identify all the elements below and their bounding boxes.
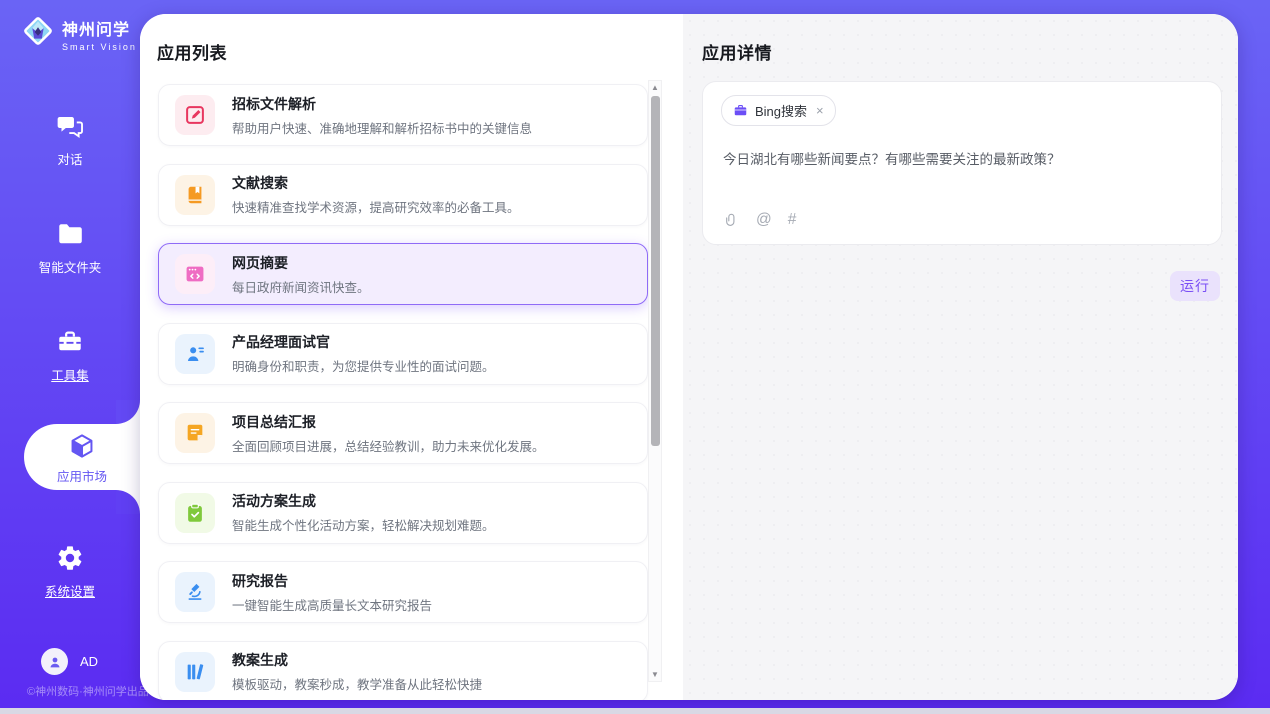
toolbox-icon [56, 328, 84, 356]
brand-logo: 神州问学 Smart Vision [20, 13, 137, 54]
sidebar-item-chat[interactable]: 对话 [0, 112, 140, 168]
book-icon [175, 175, 215, 215]
brand-subtitle: Smart Vision [62, 42, 137, 52]
app-card-pm-interviewer[interactable]: 产品经理面试官 明确身份和职责，为您提供专业性的面试问题。 [158, 323, 648, 385]
sidebar-item-label: 工具集 [0, 365, 140, 384]
hashtag-icon[interactable]: # [788, 211, 797, 229]
app-list-title: 应用列表 [157, 39, 227, 64]
app-card-lesson-plan[interactable]: 教案生成 模板驱动，教案秒成，教学准备从此轻松快捷 [158, 641, 648, 701]
run-button[interactable]: 运行 [1170, 271, 1220, 301]
close-icon[interactable]: × [816, 103, 824, 118]
copyright-footer: ©神州数码·神州问学出品 [27, 683, 149, 699]
main-panel: 应用列表 招标文件解析 帮助用户快速、准确地理解和解析招标书中的关键信息 [140, 14, 1238, 700]
sidebar-item-smart-folder[interactable]: 智能文件夹 [0, 220, 140, 276]
app-name: 活动方案生成 [232, 491, 495, 511]
scrollbar-thumb[interactable] [651, 96, 660, 446]
app-card-bid-document-analysis[interactable]: 招标文件解析 帮助用户快速、准确地理解和解析招标书中的关键信息 [158, 84, 648, 146]
app-detail-title: 应用详情 [702, 39, 772, 64]
app-card-project-summary[interactable]: 项目总结汇报 全面回顾项目进展，总结经验教训，助力未来优化发展。 [158, 402, 648, 464]
app-card-webpage-summary[interactable]: 网页摘要 每日政府新闻资讯快查。 [158, 243, 648, 305]
tool-chip-bing-search[interactable]: Bing搜索 × [721, 95, 836, 126]
books-icon [175, 652, 215, 692]
app-name: 产品经理面试官 [232, 332, 495, 352]
app-card-research-report[interactable]: 研究报告 一键智能生成高质量长文本研究报告 [158, 561, 648, 623]
sidebar-item-app-market[interactable]: 应用市场 [24, 424, 140, 490]
microscope-icon [175, 572, 215, 612]
app-detail-panel: 应用详情 Bing搜索 × 今日湖北有哪些新闻要点？有哪些需要关注的最新政策？ … [683, 14, 1238, 700]
app-description: 明确身份和职责，为您提供专业性的面试问题。 [232, 356, 495, 375]
app-description: 智能生成个性化活动方案，轻松解决规划难题。 [232, 515, 495, 534]
active-tab-bottom-curve [116, 490, 140, 514]
paperclip-icon[interactable] [723, 212, 740, 229]
clipboard-check-icon [175, 493, 215, 533]
scroll-up-arrow-icon[interactable]: ▲ [649, 83, 661, 92]
diamond-logo-icon [20, 13, 56, 54]
sidebar-item-label: 应用市场 [24, 466, 140, 485]
user-initials: AD [80, 654, 98, 669]
tool-chip-label: Bing搜索 [755, 101, 807, 120]
app-description: 每日政府新闻资讯快查。 [232, 277, 370, 296]
app-description: 快速精准查找学术资源，提高研究效率的必备工具。 [232, 197, 520, 216]
prompt-input-card: Bing搜索 × 今日湖北有哪些新闻要点？有哪些需要关注的最新政策？ @ # [702, 81, 1222, 245]
brand-name: 神州问学 [62, 22, 130, 39]
app-list-panel: 应用列表 招标文件解析 帮助用户快速、准确地理解和解析招标书中的关键信息 [140, 14, 683, 700]
sidebar-item-label: 对话 [0, 149, 140, 168]
prompt-toolbar: @ # [723, 211, 796, 229]
document-edit-icon [175, 95, 215, 135]
app-name: 招标文件解析 [232, 94, 532, 114]
app-name: 项目总结汇报 [232, 412, 545, 432]
app-name: 研究报告 [232, 571, 432, 591]
webpage-icon [175, 254, 215, 294]
sidebar-item-label: 智能文件夹 [0, 257, 140, 276]
app-list-scrollbar[interactable]: ▲ ▼ [648, 80, 662, 682]
app-card-literature-search[interactable]: 文献搜索 快速精准查找学术资源，提高研究效率的必备工具。 [158, 164, 648, 226]
cube-icon [68, 432, 96, 460]
app-card-activity-plan[interactable]: 活动方案生成 智能生成个性化活动方案，轻松解决规划难题。 [158, 482, 648, 544]
sidebar-item-label: 系统设置 [0, 581, 140, 600]
app-window: 神州问学 Smart Vision 对话 智能文件夹 工具集 [0, 0, 1270, 714]
sidebar: 神州问学 Smart Vision 对话 智能文件夹 工具集 [0, 0, 140, 708]
prompt-question-text[interactable]: 今日湖北有哪些新闻要点？有哪些需要关注的最新政策？ [723, 150, 1203, 170]
app-description: 模板驱动，教案秒成，教学准备从此轻松快捷 [232, 674, 482, 693]
app-description: 全面回顾项目进展，总结经验教训，助力未来优化发展。 [232, 436, 545, 455]
app-description: 一键智能生成高质量长文本研究报告 [232, 595, 432, 614]
sidebar-item-settings[interactable]: 系统设置 [0, 544, 140, 600]
app-name: 文献搜索 [232, 173, 520, 193]
app-name: 网页摘要 [232, 253, 370, 273]
scroll-down-arrow-icon[interactable]: ▼ [649, 670, 661, 679]
app-name: 教案生成 [232, 650, 482, 670]
note-icon [175, 413, 215, 453]
mention-at-icon[interactable]: @ [756, 211, 772, 229]
user-account[interactable]: AD [41, 648, 98, 675]
chat-icon [56, 112, 84, 140]
gear-icon [56, 544, 84, 572]
briefcase-icon [733, 103, 748, 118]
app-description: 帮助用户快速、准确地理解和解析招标书中的关键信息 [232, 118, 532, 137]
app-card-list: 招标文件解析 帮助用户快速、准确地理解和解析招标书中的关键信息 文献搜索 快速精… [158, 84, 648, 700]
window-bottom-edge [0, 708, 1270, 714]
avatar [41, 648, 68, 675]
active-tab-top-curve [116, 400, 140, 424]
folder-icon [56, 220, 84, 248]
interviewer-icon [175, 334, 215, 374]
sidebar-item-toolset[interactable]: 工具集 [0, 328, 140, 384]
